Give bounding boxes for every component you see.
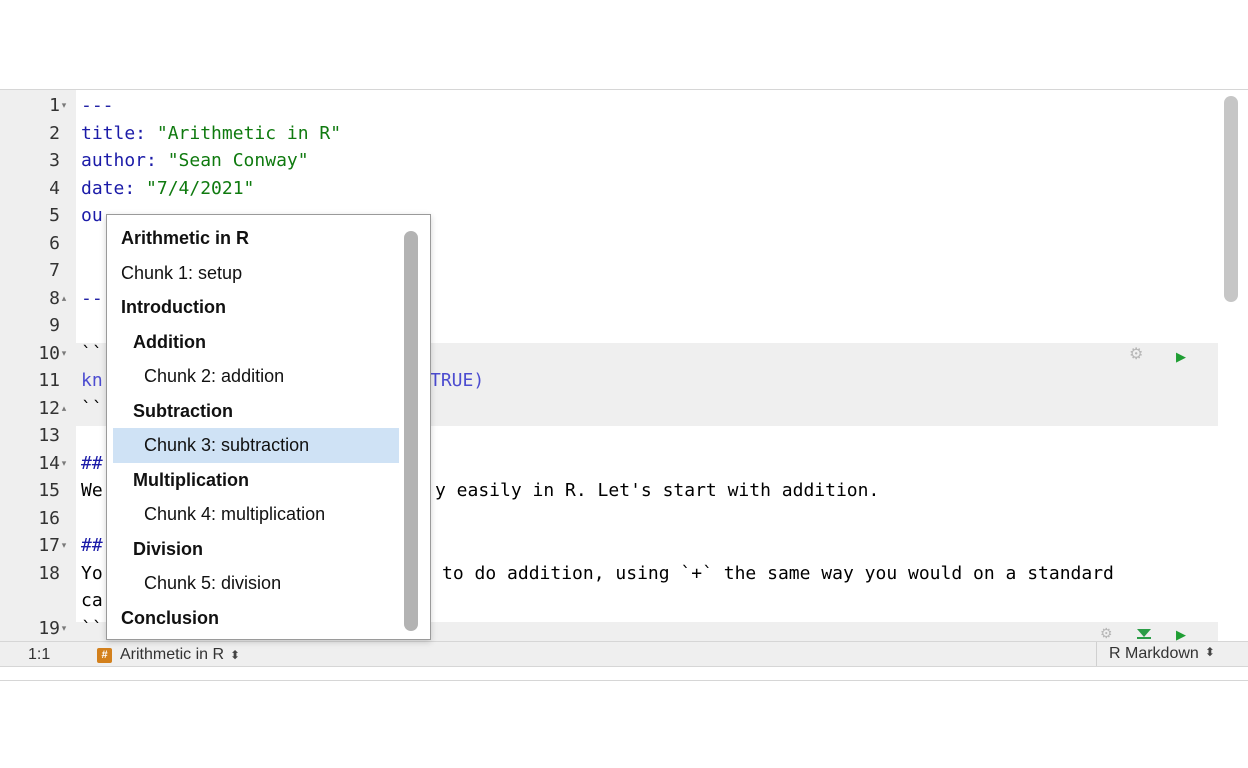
code-line-1[interactable]: --- [81,92,114,120]
code-line-19[interactable]: `` [81,615,103,642]
outline-chunk-item[interactable]: Chunk 2: addition [113,359,399,394]
section-hash-icon: # [97,647,112,663]
chunk-options-gear-icon-2[interactable]: ⚙ [1100,625,1113,641]
outline-section-item[interactable]: Division [113,532,399,567]
line-number: 7 [49,260,60,281]
document-type-button[interactable]: R Markdown ⬍ [1096,642,1227,666]
code-line-14[interactable]: ## [81,450,103,478]
code-line-5[interactable]: ou [81,202,103,230]
outline-chunk-item[interactable]: Chunk 1: setup [113,256,399,291]
run-chunk-icon-2[interactable]: ▶ [1176,627,1186,641]
line-number: 8 [49,287,60,309]
line-number: 6 [49,232,60,254]
code-line-15[interactable]: We y easily in R. Let's start with additi… [81,477,879,505]
code-line-17[interactable]: ## [81,532,103,560]
line-number: 9 [49,315,60,336]
line-number: 2 [49,122,60,144]
line-number: 17 [38,535,60,556]
editor-status-bar: 1:1 # Arithmetic in R ⬍ R Markdown ⬍ [0,641,1248,667]
line-number: 10 [38,342,60,364]
fold-open-icon[interactable]: ▾ [59,92,69,120]
current-section-label: Arithmetic in R [120,646,225,663]
fold-open-icon[interactable]: ▾ [59,450,69,478]
outline-section-item[interactable]: Arithmetic in R [113,221,399,256]
line-number: 11 [38,370,60,391]
line-number: 14 [38,452,60,474]
code-line-2[interactable]: title: "Arithmetic in R" [81,120,341,148]
line-number [0,587,60,615]
popup-scrollbar-thumb[interactable] [404,231,418,631]
line-number: 16 [38,507,60,529]
fold-open-icon[interactable]: ▾ [59,532,69,560]
line-number: 13 [38,425,60,446]
chunk-options-gear-icon[interactable]: ⚙ [1129,347,1143,363]
code-line-10[interactable]: `` [81,340,103,368]
document-outline-popup[interactable]: Arithmetic in R Chunk 1: setup Introductio… [106,214,431,640]
code-line-4[interactable]: date: "7/4/2021" [81,175,254,203]
line-number: 5 [49,205,60,226]
code-line-18-wrap[interactable]: ca [81,587,103,615]
outline-section-item[interactable]: Subtraction [113,394,399,429]
updown-chevron-icon: ⬍ [230,648,241,662]
code-line-11[interactable]: kn TRUE) [81,367,484,395]
fold-open-icon[interactable]: ▾ [59,340,69,368]
line-number: 15 [38,480,60,501]
line-number: 18 [38,562,60,584]
code-line-3[interactable]: author: "Sean Conway" [81,147,309,175]
fold-close-icon[interactable]: ▴ [59,285,69,313]
line-number-gutter: 1 ▾ 2 3 4 5 6 7 8 ▴ 9 10 ▾ 11 12 ▴ 13 14 ▾ 15 16 17 ▾ 18 19 ▾ [0,90,76,641]
document-type-label: R Markdown [1109,645,1199,662]
outline-section-item[interactable]: Addition [113,325,399,360]
code-line-8[interactable]: -- [81,285,103,313]
outline-section-item[interactable]: Multiplication [113,463,399,498]
run-previous-chunks-icon[interactable] [1136,627,1152,639]
document-outline-button[interactable]: # Arithmetic in R ⬍ [97,645,240,665]
fold-open-icon[interactable]: ▾ [59,615,69,642]
line-number: 12 [38,397,60,419]
code-line-12[interactable]: `` [81,395,103,423]
fold-close-icon[interactable]: ▴ [59,395,69,423]
line-number: 19 [38,617,60,639]
outline-section-item[interactable]: Conclusion [113,601,399,636]
line-number: 3 [49,150,60,171]
line-number: 4 [49,177,60,199]
run-chunk-icon[interactable]: ▶ [1176,349,1186,365]
cursor-position: 1:1 [28,646,51,663]
updown-chevron-icon: ⬍ [1204,645,1215,659]
outline-chunk-item[interactable]: Chunk 4: multiplication [113,497,399,532]
outline-section-item[interactable]: Introduction [113,290,399,325]
line-number: 1 [49,95,60,116]
outline-chunk-item[interactable]: Chunk 5: division [113,566,399,601]
outline-chunk-item[interactable]: Chunk 3: subtraction [113,428,399,463]
code-line-18[interactable]: Yo to do addition, using `+` the same way… [81,560,1114,588]
editor-scrollbar-thumb[interactable] [1224,96,1238,302]
